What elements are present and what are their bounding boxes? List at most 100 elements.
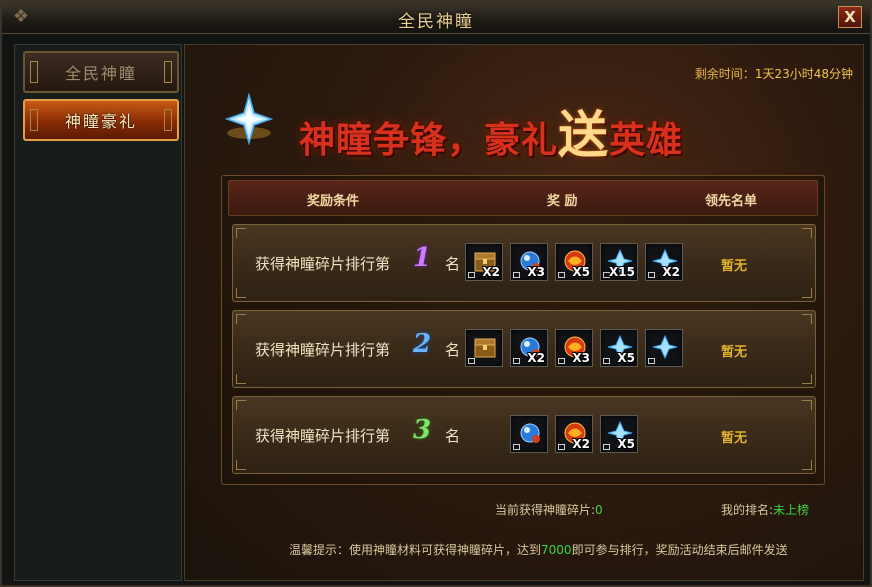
item-qty: X5: [617, 437, 635, 451]
current-shards: 当前获得神瞳碎片:0: [495, 501, 603, 518]
tab-eye-gifts[interactable]: 神瞳豪礼: [23, 99, 179, 141]
header-reward: 奖 励: [547, 194, 578, 209]
bound-icon: [648, 272, 655, 278]
item-qty: X2: [482, 265, 500, 279]
tab-label: 全民神瞳: [64, 64, 137, 83]
row-corner-ornament: [802, 400, 812, 410]
row-corner-ornament: [802, 314, 812, 324]
hint-prefix: 温馨提示：使用神瞳材料可获得神瞳碎片，达到: [289, 543, 542, 557]
row-corner-ornament: [236, 228, 246, 238]
reward-item-dragon-gem[interactable]: X5: [555, 243, 593, 281]
header-condition: 奖励条件: [307, 194, 360, 209]
banner-slogan-big: 送: [558, 105, 610, 164]
table-row: 获得神瞳碎片排行第 3 名 X2 X5 暂无: [232, 396, 816, 474]
item-qty: X5: [617, 351, 635, 365]
hint-suffix: 即可参与排行，奖励活动结束后邮件发送: [571, 543, 788, 557]
row-corner-ornament: [236, 460, 246, 470]
main-panel: 剩余时间：1天23小时48分钟 神瞳争锋，豪礼送英雄 奖励条件 奖 励 领先名单…: [184, 44, 864, 581]
close-button[interactable]: X: [838, 6, 862, 28]
reward-item-crystal[interactable]: X5: [600, 415, 638, 453]
reward-item-crystal[interactable]: X2: [645, 243, 683, 281]
event-window: ❖ 全民神瞳 X 全民神瞳 神瞳豪礼 剩余时间：1天23小时48分钟 神瞳争锋，…: [0, 0, 872, 587]
rank-number: 3: [413, 415, 432, 445]
banner-slogan-part1: 神瞳争锋，豪礼: [299, 119, 559, 161]
reward-item-crystal[interactable]: X5: [600, 329, 638, 367]
leader-name: 暂无: [721, 345, 748, 360]
bound-icon: [603, 358, 610, 364]
leader-name: 暂无: [721, 431, 748, 446]
item-qty: X3: [527, 265, 545, 279]
row-corner-ornament: [802, 460, 812, 470]
my-rank-label: 我的排名:: [721, 503, 774, 517]
sidebar: 全民神瞳 神瞳豪礼: [14, 44, 182, 581]
item-qty: X2: [662, 265, 680, 279]
reward-item-dragon-gem[interactable]: X3: [555, 329, 593, 367]
banner-slogan: 神瞳争锋，豪礼送英雄: [299, 95, 683, 167]
window-title: 全民神瞳: [398, 12, 474, 32]
current-shards-value: 0: [595, 503, 603, 517]
bound-icon: [513, 272, 520, 278]
crystal-icon: [224, 93, 274, 145]
reward-item-blue-orb[interactable]: X2: [510, 329, 548, 367]
item-qty: X2: [527, 351, 545, 365]
row-corner-ornament: [802, 228, 812, 238]
table-row: 获得神瞳碎片排行第 1 名 X2 X3 X5 X15 X2 暂无: [232, 224, 816, 302]
item-qty: X15: [609, 265, 635, 279]
my-rank: 我的排名:未上榜: [721, 501, 809, 518]
crystal-shard-icon: [652, 335, 678, 359]
tab-ornament-left: [30, 61, 38, 83]
reward-item-chest[interactable]: X2: [465, 243, 503, 281]
bound-icon: [603, 444, 610, 450]
row-corner-ornament: [802, 288, 812, 298]
reward-table-header: 奖励条件 奖 励 领先名单: [228, 180, 818, 216]
row-corner-ornament: [802, 374, 812, 384]
bound-icon: [648, 358, 655, 364]
item-qty: X3: [572, 351, 590, 365]
leader-name: 暂无: [721, 259, 748, 274]
reward-item-chest[interactable]: [465, 329, 503, 367]
rank-number: 2: [413, 329, 432, 359]
remaining-time-label: 剩余时间：: [694, 67, 755, 81]
bound-icon: [513, 444, 520, 450]
row-condition: 获得神瞳碎片排行第: [255, 341, 391, 359]
item-qty: X2: [572, 437, 590, 451]
reward-item-crystal[interactable]: X15: [600, 243, 638, 281]
table-row: 获得神瞳碎片排行第 2 名 X2 X3 X5 暂无: [232, 310, 816, 388]
tab-label: 神瞳豪礼: [64, 112, 137, 131]
tab-ornament-left: [30, 109, 38, 131]
row-corner-ornament: [236, 374, 246, 384]
tab-all-people-eye[interactable]: 全民神瞳: [23, 51, 179, 93]
item-qty: X5: [572, 265, 590, 279]
tab-ornament-right: [164, 61, 172, 83]
rank-suffix: 名: [445, 341, 461, 359]
rank-suffix: 名: [445, 427, 461, 445]
hint-text: 温馨提示：使用神瞳材料可获得神瞳碎片，达到7000即可参与排行，奖励活动结束后邮…: [289, 541, 788, 558]
current-shards-label: 当前获得神瞳碎片:: [495, 503, 596, 517]
bound-icon: [558, 444, 565, 450]
reward-item-crystal[interactable]: [645, 329, 683, 367]
tab-ornament-right: [164, 109, 172, 131]
hint-number: 7000: [541, 543, 572, 557]
row-condition: 获得神瞳碎片排行第: [255, 427, 391, 445]
reward-item-dragon-gem[interactable]: X2: [555, 415, 593, 453]
treasure-chest-icon: [474, 338, 496, 358]
reward-item-blue-orb[interactable]: X3: [510, 243, 548, 281]
reward-item-blue-orb[interactable]: [510, 415, 548, 453]
bound-icon: [558, 358, 565, 364]
rank-number: 1: [413, 243, 432, 273]
banner-slogan-part2: 英雄: [609, 119, 684, 161]
remaining-time-value: 1天23小时48分钟: [754, 67, 853, 81]
bound-icon: [468, 272, 475, 278]
event-banner: 神瞳争锋，豪礼送英雄: [205, 85, 855, 173]
header-leaders: 领先名单: [705, 194, 758, 209]
bound-icon: [558, 272, 565, 278]
row-corner-ornament: [236, 314, 246, 324]
blue-orb-icon: [520, 423, 540, 443]
bound-icon: [468, 358, 475, 364]
bound-icon: [513, 358, 520, 364]
row-corner-ornament: [236, 288, 246, 298]
row-corner-ornament: [236, 400, 246, 410]
row-condition: 获得神瞳碎片排行第: [255, 255, 391, 273]
reward-table: 奖励条件 奖 励 领先名单 获得神瞳碎片排行第 1 名 X2 X3 X5 X15…: [221, 175, 825, 485]
my-rank-value: 未上榜: [773, 503, 810, 517]
